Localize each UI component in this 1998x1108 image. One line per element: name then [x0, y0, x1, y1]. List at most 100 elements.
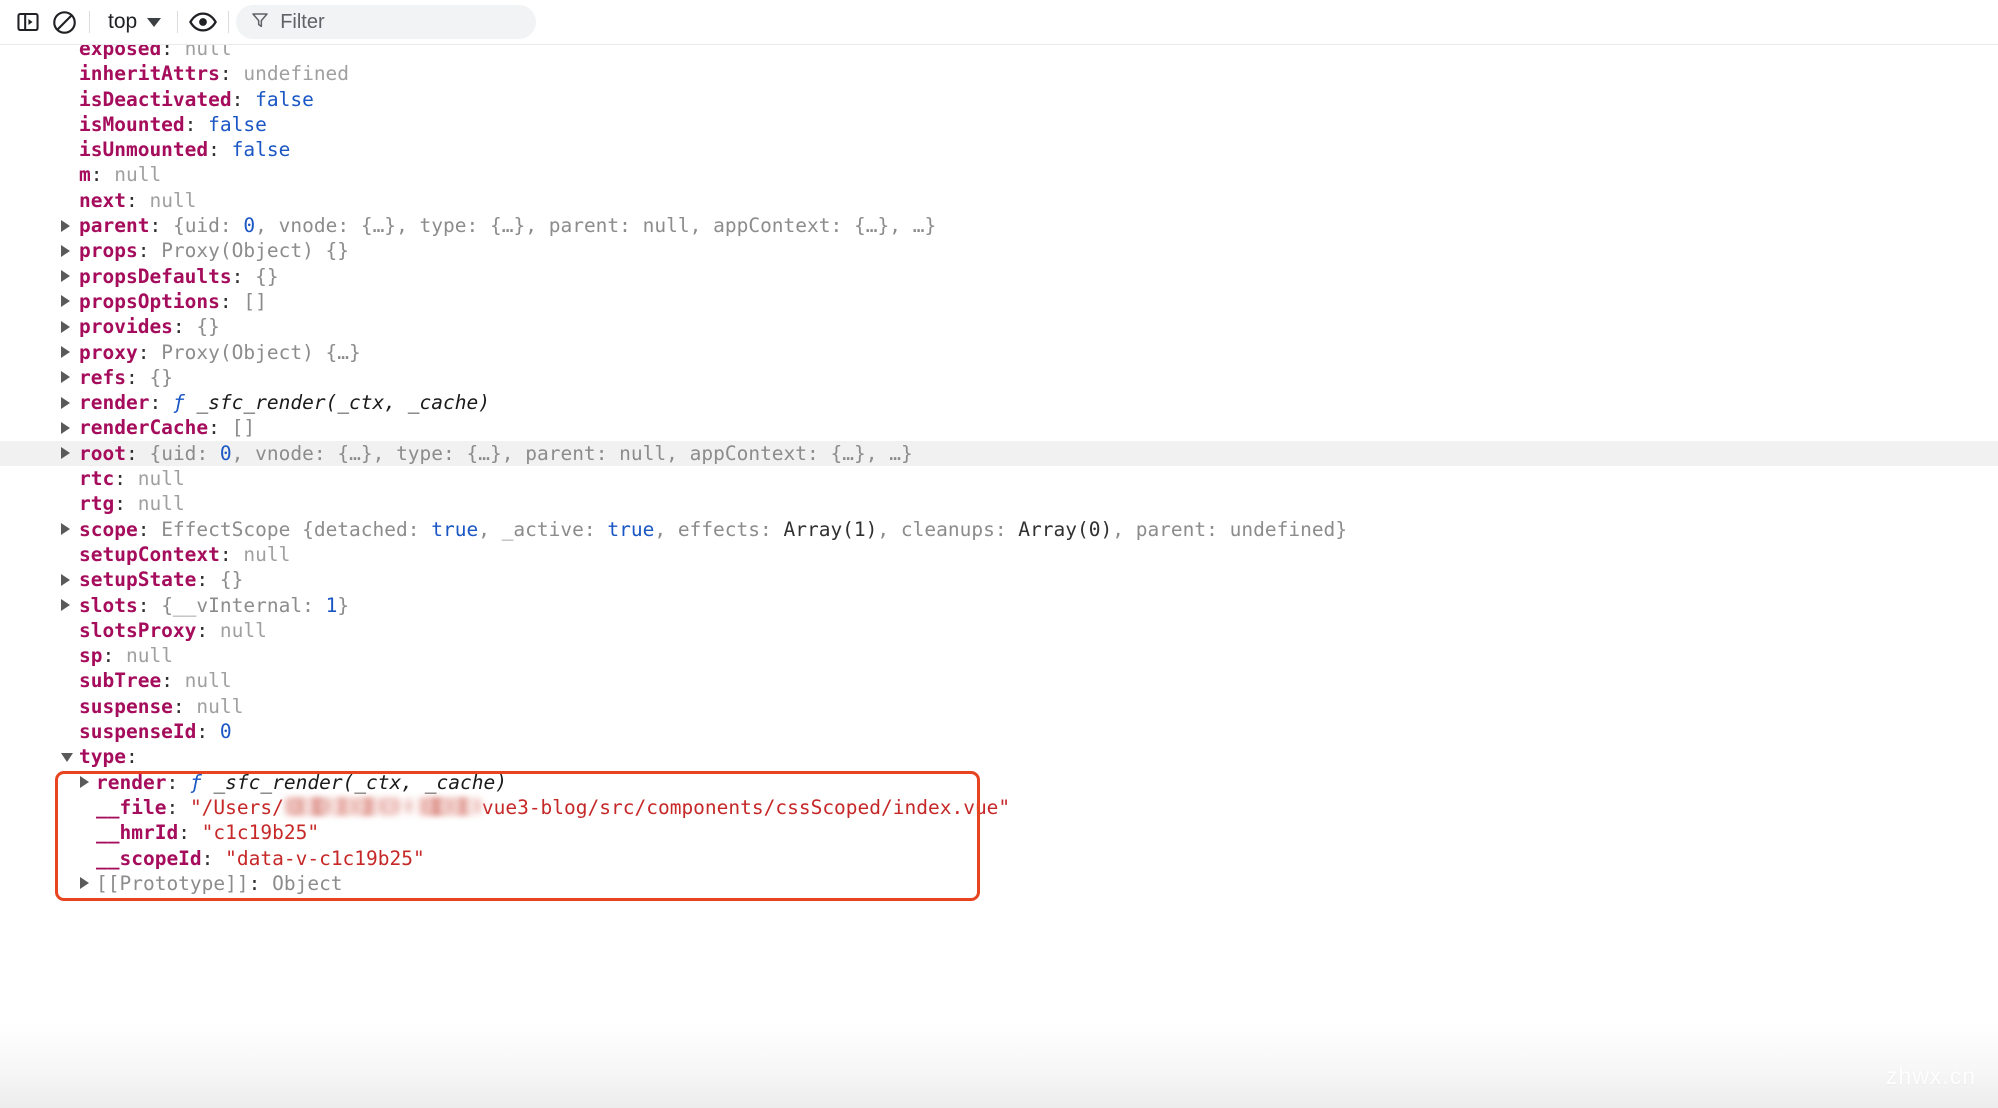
property-value: EffectScope {detached: true, _active: tr… — [161, 518, 1347, 541]
property-value: {uid: 0, vnode: {…}, type: {…}, parent: … — [173, 214, 936, 237]
property-row-propsdefaults[interactable]: propsDefaults: {} — [0, 264, 1998, 289]
property-key: refs — [79, 366, 126, 389]
execution-context-label: top — [108, 10, 137, 34]
property-value: {} — [220, 568, 243, 591]
console-filter-box[interactable]: Filter — [236, 5, 536, 39]
property-row-rtc[interactable]: rtc: null — [0, 466, 1998, 491]
expand-arrow-icon[interactable] — [80, 877, 89, 889]
console-output-panel[interactable]: exposed: null inheritAttrs: undefined is… — [0, 45, 1998, 1108]
sidebar-toggle-button[interactable] — [10, 4, 46, 40]
property-row-type-file[interactable]: __file: "/Users/vue3-blog/src/components… — [0, 795, 1998, 820]
property-value: {} — [255, 265, 278, 288]
property-row-subtree[interactable]: subTree: null — [0, 668, 1998, 693]
property-row-root[interactable]: root: {uid: 0, vnode: {…}, type: {…}, pa… — [0, 441, 1998, 466]
property-row-scope[interactable]: scope: EffectScope {detached: true, _act… — [0, 517, 1998, 542]
property-key: slots — [79, 594, 138, 617]
property-row-sp[interactable]: sp: null — [0, 643, 1998, 668]
property-row-props[interactable]: props: Proxy(Object) {} — [0, 238, 1998, 263]
property-row-type-prototype[interactable]: [[Prototype]]: Object — [0, 871, 1998, 896]
filter-funnel-icon — [250, 10, 270, 34]
filter-input[interactable]: Filter — [280, 11, 324, 34]
property-key: rtc — [79, 467, 114, 490]
property-value: Object — [272, 872, 342, 895]
property-row-propsoptions[interactable]: propsOptions: [] — [0, 289, 1998, 314]
property-row-slotsproxy[interactable]: slotsProxy: null — [0, 618, 1998, 643]
property-row-exposed[interactable]: exposed: null — [0, 45, 1998, 61]
property-value: null — [185, 669, 232, 692]
toolbar-divider-1 — [89, 11, 90, 33]
expand-arrow-icon[interactable] — [61, 220, 70, 232]
property-row-provides[interactable]: provides: {} — [0, 314, 1998, 339]
property-row-render[interactable]: render: ƒ _sfc_render(_ctx, _cache) — [0, 390, 1998, 415]
property-row-type-scopeid[interactable]: __scopeId: "data-v-c1c19b25" — [0, 846, 1998, 871]
property-row-suspenseid[interactable]: suspenseId: 0 — [0, 719, 1998, 744]
file-path-prefix: "/Users/ — [190, 796, 284, 819]
property-row-next[interactable]: next: null — [0, 188, 1998, 213]
expand-arrow-icon[interactable] — [61, 270, 70, 282]
clear-console-icon — [51, 9, 78, 36]
property-value: [] — [232, 416, 255, 439]
expand-arrow-icon[interactable] — [61, 397, 70, 409]
property-value: null — [220, 619, 267, 642]
property-key: setupContext — [79, 543, 220, 566]
property-row-slots[interactable]: slots: {__vInternal: 1} — [0, 593, 1998, 618]
property-row-rtg[interactable]: rtg: null — [0, 491, 1998, 516]
property-value: null — [138, 492, 185, 515]
property-key: next — [79, 189, 126, 212]
property-key: provides — [79, 315, 173, 338]
property-row-type[interactable]: type: — [0, 744, 1998, 769]
property-key: render — [79, 391, 149, 414]
expand-arrow-icon[interactable] — [61, 371, 70, 383]
property-row-m[interactable]: m: null — [0, 162, 1998, 187]
sidebar-toggle-icon — [15, 9, 41, 35]
property-key: rtg — [79, 492, 114, 515]
property-row-type-hmrid[interactable]: __hmrId: "c1c19b25" — [0, 820, 1998, 845]
clear-console-button[interactable] — [46, 4, 82, 40]
property-row-isunmounted[interactable]: isUnmounted: false — [0, 137, 1998, 162]
collapse-arrow-icon[interactable] — [61, 753, 73, 762]
property-key: slotsProxy — [79, 619, 196, 642]
live-expression-button[interactable] — [185, 4, 221, 40]
property-row-proxy[interactable]: proxy: Proxy(Object) {…} — [0, 340, 1998, 365]
property-row-refs[interactable]: refs: {} — [0, 365, 1998, 390]
property-row-type-render[interactable]: render: ƒ _sfc_render(_ctx, _cache) — [0, 770, 1998, 795]
property-value: 0 — [220, 720, 232, 743]
expand-arrow-icon[interactable] — [61, 447, 70, 459]
property-key: props — [79, 239, 138, 262]
console-toolbar: top Filter — [0, 0, 1998, 45]
expand-arrow-icon[interactable] — [61, 599, 70, 611]
property-value: {uid: 0, vnode: {…}, type: {…}, parent: … — [149, 442, 912, 465]
expand-arrow-icon[interactable] — [61, 321, 70, 333]
expand-arrow-icon[interactable] — [61, 422, 70, 434]
expand-arrow-icon[interactable] — [61, 346, 70, 358]
property-value: {} — [149, 366, 172, 389]
property-key: propsOptions — [79, 290, 220, 313]
property-row-setupcontext[interactable]: setupContext: null — [0, 542, 1998, 567]
property-value: "c1c19b25" — [202, 821, 319, 844]
property-row-rendercache[interactable]: renderCache: [] — [0, 415, 1998, 440]
expand-arrow-icon[interactable] — [61, 574, 70, 586]
property-value: _sfc_render(_ctx, _cache) — [202, 771, 507, 794]
property-row-inheritattrs[interactable]: inheritAttrs: undefined — [0, 61, 1998, 86]
property-key: parent — [79, 214, 149, 237]
property-key: inheritAttrs — [79, 62, 220, 85]
property-key: suspenseId — [79, 720, 196, 743]
expand-arrow-icon[interactable] — [61, 295, 70, 307]
property-key: m — [79, 163, 91, 186]
expand-arrow-icon[interactable] — [61, 245, 70, 257]
bottom-gradient-overlay — [0, 1022, 1998, 1108]
property-key: sp — [79, 644, 102, 667]
property-row-isdeactivated[interactable]: isDeactivated: false — [0, 87, 1998, 112]
property-value: "data-v-c1c19b25" — [225, 847, 425, 870]
property-key: render — [96, 771, 166, 794]
execution-context-selector[interactable]: top — [97, 6, 170, 38]
expand-arrow-icon[interactable] — [61, 523, 70, 535]
property-key: [[Prototype]] — [96, 872, 249, 895]
expand-arrow-icon[interactable] — [80, 776, 89, 788]
property-row-ismounted[interactable]: isMounted: false — [0, 112, 1998, 137]
property-row-parent[interactable]: parent: {uid: 0, vnode: {…}, type: {…}, … — [0, 213, 1998, 238]
property-key: scope — [79, 518, 138, 541]
property-row-suspense[interactable]: suspense: null — [0, 694, 1998, 719]
property-key: type — [79, 745, 126, 768]
property-row-setupstate[interactable]: setupState: {} — [0, 567, 1998, 592]
